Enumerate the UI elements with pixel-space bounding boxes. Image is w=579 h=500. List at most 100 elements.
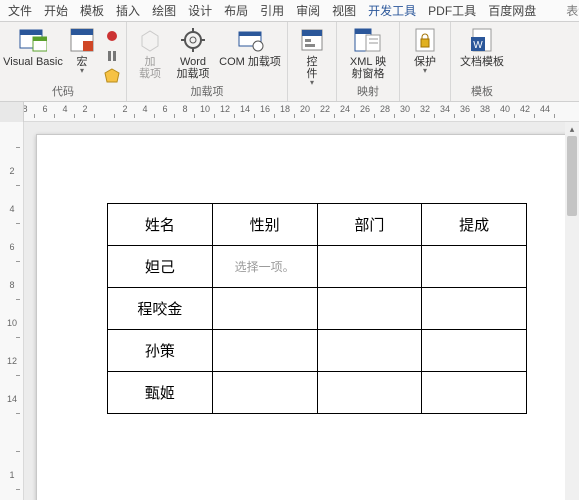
gear-icon — [179, 26, 207, 54]
lock-icon — [411, 26, 439, 54]
group-mapping: XML 映 射窗格 映射 — [337, 22, 400, 101]
com-addins-icon — [236, 26, 264, 54]
ruler-v-tick: 6 — [0, 242, 24, 252]
col-gender[interactable]: 性别 — [212, 204, 317, 246]
xml-mapping-button[interactable]: XML 映 射窗格 — [343, 24, 393, 80]
cell-dept[interactable] — [317, 288, 422, 330]
group-code-label: 代码 — [52, 85, 74, 101]
cell-name[interactable]: 妲己 — [108, 246, 213, 288]
tab-layout[interactable]: 布局 — [218, 0, 254, 22]
group-mapping-label: 映射 — [357, 85, 379, 101]
ruler-h-tick: 24 — [338, 102, 352, 121]
tab-draw[interactable]: 绘图 — [146, 0, 182, 22]
table-row[interactable]: 孙策 — [108, 330, 527, 372]
pause-macro-icon[interactable] — [104, 48, 120, 64]
table-row[interactable]: 甄姬 — [108, 372, 527, 414]
controls-button[interactable]: 控 件 ▾ — [294, 24, 330, 86]
visual-basic-button[interactable]: Visual Basic — [6, 24, 60, 68]
table-header-row[interactable]: 姓名 性别 部门 提成 — [108, 204, 527, 246]
ruler-h-tick: 36 — [458, 102, 472, 121]
cell-name[interactable]: 程咬金 — [108, 288, 213, 330]
ruler-h-tick: 4 — [138, 102, 152, 121]
cell-bonus[interactable] — [422, 372, 527, 414]
ruler-h-tick: 32 — [418, 102, 432, 121]
document-table[interactable]: 姓名 性别 部门 提成 妲己 选择一项。程咬金孙策甄姬 — [107, 203, 527, 414]
ruler-v-tick: 14 — [0, 394, 24, 404]
ruler-h-tick: 2 — [118, 102, 132, 121]
ruler-h-tick: 40 — [498, 102, 512, 121]
tab-ref[interactable]: 引用 — [254, 0, 290, 22]
group-controls: 控 件 ▾ — [288, 22, 337, 101]
ruler-h-tick: 28 — [378, 102, 392, 121]
group-protect: 保护 ▾ — [400, 22, 451, 101]
macro-tools — [104, 24, 120, 84]
scroll-thumb[interactable] — [567, 136, 577, 216]
workspace: 24681012141 姓名 性别 部门 提成 妲己选择一项。程咬金孙策甄姬 — [0, 122, 579, 500]
vertical-ruler[interactable]: 24681012141 — [0, 122, 24, 500]
ruler-h-tick: 18 — [278, 102, 292, 121]
ruler-h-tick: 4 — [58, 102, 72, 121]
tab-start[interactable]: 开始 — [38, 0, 74, 22]
menu-tabs: 文件 开始 模板 插入 绘图 设计 布局 引用 审阅 视图 开发工具 PDF工具… — [0, 0, 579, 22]
word-template-icon: W — [468, 26, 496, 54]
content-control-placeholder[interactable]: 选择一项。 — [235, 260, 295, 274]
ruler-v-tick: 2 — [0, 166, 24, 176]
cell-gender[interactable] — [212, 288, 317, 330]
col-bonus[interactable]: 提成 — [422, 204, 527, 246]
vertical-scrollbar[interactable]: ▴ — [565, 122, 579, 500]
cell-dept[interactable] — [317, 330, 422, 372]
tab-developer[interactable]: 开发工具 — [362, 0, 422, 22]
table-row[interactable]: 程咬金 — [108, 288, 527, 330]
scroll-up-arrow[interactable]: ▴ — [565, 122, 579, 136]
ruler-v-tick: 1 — [0, 470, 24, 480]
cell-bonus[interactable] — [422, 288, 527, 330]
tab-insert[interactable]: 插入 — [110, 0, 146, 22]
page-area[interactable]: 姓名 性别 部门 提成 妲己 选择一项。程咬金孙策甄姬 — [24, 122, 579, 500]
document-page[interactable]: 姓名 性别 部门 提成 妲己 选择一项。程咬金孙策甄姬 — [36, 134, 576, 500]
cell-gender[interactable] — [212, 330, 317, 372]
cell-gender[interactable]: 选择一项。 — [212, 246, 317, 288]
cell-dept[interactable] — [317, 246, 422, 288]
tab-baidu[interactable]: 百度网盘 — [482, 0, 542, 22]
ruler-v-tick: 12 — [0, 356, 24, 366]
macro-security-icon[interactable] — [104, 68, 120, 84]
tab-design[interactable]: 设计 — [182, 0, 218, 22]
macros-button[interactable]: 宏 ▾ — [66, 24, 98, 74]
horizontal-ruler[interactable]: 8642246810121416182022242628303234363840… — [0, 102, 579, 122]
chevron-down-icon: ▾ — [423, 68, 427, 74]
col-name[interactable]: 姓名 — [108, 204, 213, 246]
cell-bonus[interactable] — [422, 330, 527, 372]
group-templates: W 文档模板 模板 — [451, 22, 513, 101]
cell-name[interactable]: 甄姬 — [108, 372, 213, 414]
tab-file[interactable]: 文件 — [2, 0, 38, 22]
cell-gender[interactable] — [212, 372, 317, 414]
ruler-corner — [0, 102, 24, 122]
ruler-h-tick: 38 — [478, 102, 492, 121]
ruler-h-tick: 12 — [218, 102, 232, 121]
tab-view[interactable]: 视图 — [326, 0, 362, 22]
protect-button[interactable]: 保护 ▾ — [406, 24, 444, 74]
tab-pdf[interactable]: PDF工具 — [422, 0, 482, 22]
macros-icon — [68, 26, 96, 54]
tab-tpl[interactable]: 模板 — [74, 0, 110, 22]
ruler-v-tick: 8 — [0, 280, 24, 290]
tab-table-design[interactable]: 表设计 — [560, 0, 579, 22]
record-macro-icon[interactable] — [104, 28, 120, 44]
ruler-h-tick: 16 — [258, 102, 272, 121]
ruler-h-tick: 30 — [398, 102, 412, 121]
vb-icon — [19, 26, 47, 54]
tab-review[interactable]: 审阅 — [290, 0, 326, 22]
com-addins-button[interactable]: COM 加载项 — [219, 24, 281, 68]
cell-name[interactable]: 孙策 — [108, 330, 213, 372]
cell-dept[interactable] — [317, 372, 422, 414]
col-dept[interactable]: 部门 — [317, 204, 422, 246]
table-row[interactable]: 妲己 选择一项。 — [108, 246, 527, 288]
document-template-button[interactable]: W 文档模板 — [457, 24, 507, 68]
ruler-h-tick: 26 — [358, 102, 372, 121]
ribbon: Visual Basic 宏 ▾ 代码 加 载项 — [0, 22, 579, 102]
group-addins: 加 载项 Word 加载项 COM 加载项 加载项 — [127, 22, 288, 101]
ruler-h-tick: 34 — [438, 102, 452, 121]
ruler-v-tick: 4 — [0, 204, 24, 214]
cell-bonus[interactable] — [422, 246, 527, 288]
word-addins-button[interactable]: Word 加载项 — [173, 24, 213, 80]
